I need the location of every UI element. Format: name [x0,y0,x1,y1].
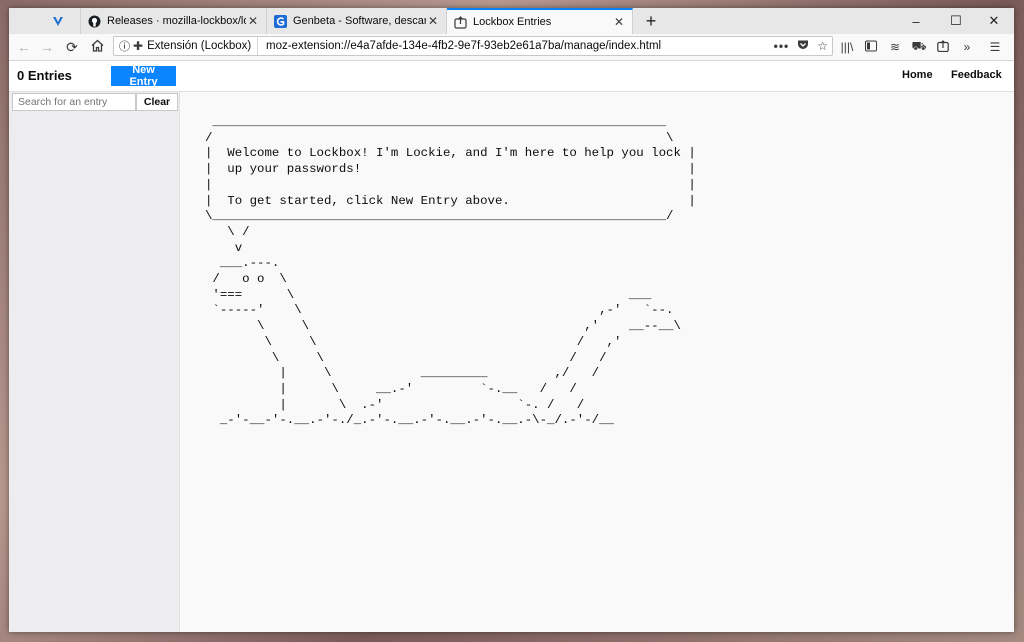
tab-lockbox-entries[interactable]: Lockbox Entries ✕ [447,8,633,34]
back-arrow-icon: ← [17,39,31,55]
lockbox-icon [453,15,467,29]
home-link[interactable]: Home [902,69,933,81]
close-window-button[interactable]: ✕ [974,8,1014,34]
reload-button[interactable]: ⟳ [61,36,83,58]
forward-arrow-icon: → [40,39,54,55]
feedback-link[interactable]: Feedback [951,69,1002,81]
identity-label: Extensión (Lockbox) [147,40,252,52]
site-identity[interactable]: ⓘ ✚ Extensión (Lockbox) [114,37,259,55]
more-actions-icon[interactable]: ••• [774,39,790,53]
close-icon[interactable]: ✕ [246,14,260,28]
bookmark-star-icon[interactable]: ☆ [817,39,828,53]
page-actions: ••• ☆ [774,37,828,55]
info-icon: ⓘ [119,41,130,53]
car-icon: ⛟ [911,39,927,53]
pocket-icon[interactable] [797,39,809,54]
v-icon [51,14,65,28]
navigation-toolbar: ← → ⟳ ⓘ ✚ Extensión (Lockbox) moz-extens… [9,34,1014,61]
puzzle-icon: ✚ [133,39,144,53]
close-icon[interactable]: ✕ [426,14,440,28]
tab-title: Releases · mozilla-lockbox/lockb [107,15,246,27]
minimize-icon: – [912,13,920,29]
maximize-button[interactable]: ☐ [936,8,976,34]
lockie-welcome-art: ________________________________________… [205,115,696,428]
reload-icon: ⟳ [66,38,78,55]
screenshot-button[interactable]: ⛟ [909,36,929,58]
page-content: 0 Entries New Entry Home Feedback Clear … [9,61,1014,632]
minimize-button[interactable]: – [896,8,936,34]
sidebar-icon [865,40,877,55]
browser-window: Releases · mozilla-lockbox/lockb ✕ Genbe… [9,8,1014,632]
close-icon: ✕ [988,13,1000,28]
home-icon [91,39,104,55]
search-input[interactable] [12,93,136,111]
tab-pinned[interactable] [45,8,81,34]
clear-button[interactable]: Clear [136,93,178,111]
tab-genbeta[interactable]: Genbeta - Software, descargas, ✕ [267,8,447,34]
close-icon[interactable]: ✕ [612,15,626,29]
lockbox-toolbar-button[interactable] [933,36,953,58]
back-button[interactable]: ← [13,36,35,58]
home-button[interactable] [86,36,108,58]
tab-strip: Releases · mozilla-lockbox/lockb ✕ Genbe… [9,8,1014,34]
tab-title: Genbeta - Software, descargas, [293,15,426,27]
url-bar[interactable]: ⓘ ✚ Extensión (Lockbox) moz-extension://… [113,36,833,56]
menu-button[interactable]: ☰ [985,36,1005,58]
double-chevron-icon: » [963,40,971,54]
new-tab-button[interactable]: + [637,8,665,34]
forward-button[interactable]: → [36,36,58,58]
overflow-button[interactable]: » [957,36,977,58]
new-entry-button[interactable]: New Entry [111,64,176,88]
app-header: 0 Entries New Entry Home Feedback [9,61,1014,92]
plus-icon: + [645,10,657,31]
tab-title: Lockbox Entries [473,16,552,28]
github-icon [87,14,101,28]
url-text[interactable]: moz-extension://e4a7afde-134e-4fb2-9e7f-… [266,37,661,55]
entries-sidebar: Clear [9,92,180,632]
lockbox-icon [937,39,949,55]
pocket-list-button[interactable]: ≋ [885,36,905,58]
hamburger-menu-icon: ☰ [989,40,1001,54]
entry-count: 0 Entries [17,68,72,83]
tab-releases[interactable]: Releases · mozilla-lockbox/lockb ✕ [81,8,267,34]
library-icon: |||\ [840,40,854,54]
genbeta-icon [273,14,287,28]
layers-icon: ≋ [889,40,901,54]
maximize-icon: ☐ [950,13,962,28]
library-button[interactable]: |||\ [837,36,857,58]
sidebar-button[interactable] [861,36,881,58]
